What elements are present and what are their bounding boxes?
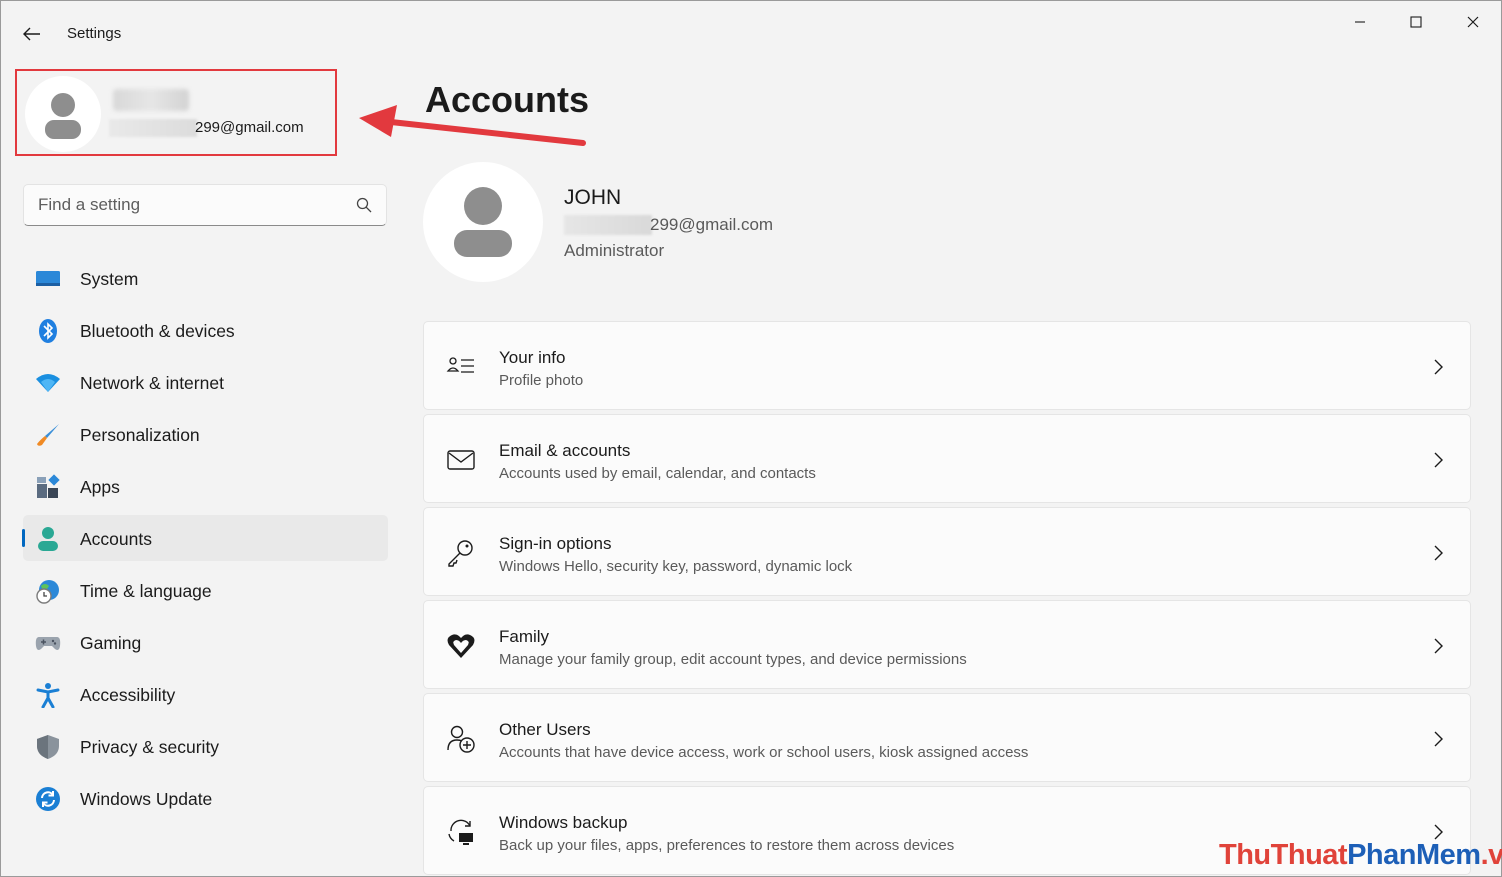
mail-icon (447, 450, 475, 470)
sidebar-item-label: Time & language (80, 581, 212, 601)
watermark-part-2: PhanMem (1347, 839, 1481, 871)
key-icon (448, 540, 473, 567)
card-family[interactable]: Family Manage your family group, edit ac… (423, 600, 1471, 689)
backup-icon (448, 819, 473, 845)
sidebar-item-label: Accounts (80, 529, 152, 549)
apps-icon (37, 474, 60, 498)
search-input[interactable] (24, 185, 344, 225)
sidebar-item-network[interactable]: Network & internet (23, 359, 388, 405)
sidebar-item-gaming[interactable]: Gaming (23, 619, 388, 665)
sidebar-item-system[interactable]: System (23, 255, 388, 301)
family-heart-icon (447, 634, 475, 658)
user-email: 299@gmail.com (195, 119, 304, 136)
person-avatar-icon (454, 187, 512, 257)
card-subtitle: Back up your files, apps, preferences to… (499, 837, 955, 854)
sidebar-item-windows-update[interactable]: Windows Update (23, 775, 388, 821)
gamepad-icon (35, 637, 61, 650)
profile-avatar (423, 162, 543, 282)
card-title: Your info (499, 348, 566, 367)
card-your-info[interactable]: Your info Profile photo (423, 321, 1471, 410)
contact-card-icon (446, 357, 474, 373)
globe-clock-icon (36, 580, 59, 604)
sidebar-item-label: Accessibility (80, 685, 176, 705)
card-subtitle: Accounts used by email, calendar, and co… (499, 465, 816, 482)
card-sign-in-options[interactable]: Sign-in options Windows Hello, security … (423, 507, 1471, 596)
maximize-icon (1410, 16, 1422, 28)
sidebar-item-label: Privacy & security (80, 737, 220, 757)
card-subtitle: Accounts that have device access, work o… (499, 744, 1029, 761)
system-icon (36, 271, 60, 286)
card-email-accounts[interactable]: Email & accounts Accounts used by email,… (423, 414, 1471, 503)
minimize-icon (1355, 21, 1365, 23)
profile-email: 299@gmail.com (650, 215, 774, 234)
user-account-card[interactable]: 299@gmail.com (15, 69, 337, 156)
sidebar-item-label: Gaming (80, 633, 142, 653)
back-button[interactable] (15, 19, 49, 49)
card-title: Sign-in options (499, 534, 612, 553)
chevron-right-icon (1434, 359, 1443, 375)
sidebar-item-time-language[interactable]: Time & language (23, 567, 388, 613)
sidebar-item-accessibility[interactable]: Accessibility (23, 671, 388, 717)
card-subtitle: Profile photo (499, 372, 584, 389)
sidebar-item-label: System (80, 269, 139, 289)
card-title: Family (499, 627, 550, 646)
accessibility-icon (36, 683, 60, 708)
search-box[interactable] (23, 184, 387, 226)
chevron-right-icon (1434, 638, 1443, 654)
shield-icon (37, 735, 59, 759)
sidebar-item-accounts[interactable]: Accounts (22, 515, 388, 561)
app-title: Settings (67, 25, 122, 42)
sidebar-item-personalization[interactable]: Personalization (23, 411, 388, 457)
chevron-right-icon (1434, 731, 1443, 747)
brush-icon (37, 424, 59, 446)
sidebar-nav: System Bluetooth & devices Network & int… (22, 255, 388, 827)
profile-role: Administrator (564, 241, 665, 260)
redacted-email (564, 215, 652, 235)
add-person-icon (447, 725, 475, 753)
page-title: Accounts (425, 79, 590, 120)
search-icon[interactable] (356, 197, 372, 213)
card-other-users[interactable]: Other Users Accounts that have device ac… (423, 693, 1471, 782)
chevron-right-icon (1434, 545, 1443, 561)
watermark-part-3: .vn (1480, 839, 1502, 871)
minimize-button[interactable] (1337, 7, 1383, 37)
sidebar-item-label: Network & internet (80, 373, 224, 393)
sidebar-item-apps[interactable]: Apps (23, 463, 388, 509)
redacted-name (113, 89, 189, 111)
sidebar-item-label: Bluetooth & devices (80, 321, 235, 341)
card-title: Windows backup (499, 813, 628, 832)
chevron-right-icon (1434, 452, 1443, 468)
card-subtitle: Windows Hello, security key, password, d… (499, 558, 853, 575)
bluetooth-icon (39, 319, 57, 343)
title-bar: Settings (1, 1, 1501, 61)
person-icon (38, 527, 58, 551)
settings-window: Settings 299@gmail.com Find a setting Sy… (0, 0, 1502, 877)
sidebar-item-label: Windows Update (80, 789, 213, 809)
watermark: ThuThuatPhanMem.vn (1219, 839, 1502, 872)
sidebar-item-bluetooth[interactable]: Bluetooth & devices (23, 307, 388, 353)
close-icon (1467, 16, 1479, 28)
person-avatar-icon (45, 93, 81, 139)
settings-cards: Your info Profile photo Email & accounts… (423, 321, 1471, 877)
redacted-email (109, 119, 197, 137)
arrow-left-icon (23, 27, 40, 41)
sidebar-item-label: Apps (80, 477, 120, 497)
wifi-icon (36, 374, 60, 392)
maximize-button[interactable] (1393, 7, 1439, 37)
update-icon (36, 787, 60, 811)
sidebar-item-label: Personalization (80, 425, 200, 445)
card-subtitle: Manage your family group, edit account t… (499, 651, 967, 668)
close-button[interactable] (1450, 7, 1496, 37)
sidebar-item-privacy[interactable]: Privacy & security (23, 723, 388, 769)
watermark-part-1: ThuThuat (1219, 839, 1348, 871)
profile-name: JOHN (564, 186, 622, 209)
card-title: Email & accounts (499, 441, 631, 460)
avatar (25, 76, 101, 152)
card-title: Other Users (499, 720, 591, 739)
